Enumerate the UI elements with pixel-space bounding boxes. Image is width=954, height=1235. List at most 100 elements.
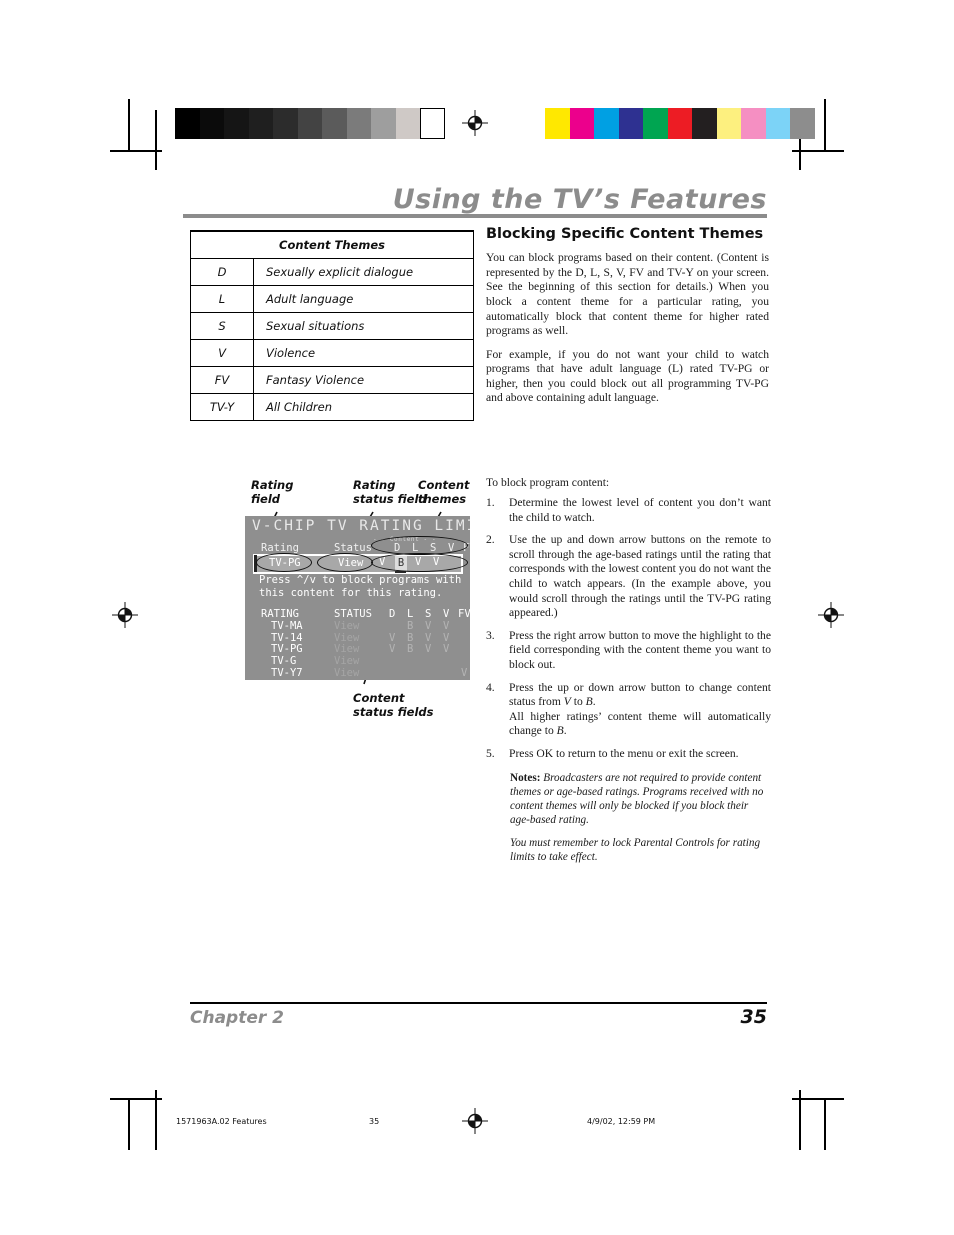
- step4-dot: .: [592, 695, 596, 709]
- osd-row-rating: TV-14: [271, 631, 303, 644]
- step4-value-v: V: [563, 695, 571, 709]
- osd-row-cell-l: B: [407, 643, 414, 656]
- osd-row-cell-v: V: [443, 619, 450, 632]
- theme-code: FV: [191, 366, 254, 394]
- osd-list-header: RATING STATUS D L S V FV: [261, 608, 470, 620]
- step-number: 3.: [486, 628, 495, 642]
- color-swatch-2: [594, 108, 619, 139]
- osd-row-status: View: [334, 631, 360, 644]
- gray-swatch-9: [395, 108, 420, 139]
- list-item: 5. Press OK to return to the menu or exi…: [486, 747, 771, 762]
- color-swatch-1: [569, 108, 594, 139]
- steps-lead: To block program content:: [486, 476, 610, 489]
- gray-swatch-0: [175, 108, 200, 139]
- theme-desc: Fantasy Violence: [253, 366, 473, 394]
- gray-swatch-8: [371, 108, 396, 139]
- color-calibration-bar: [545, 108, 815, 139]
- color-swatch-6: [692, 108, 717, 139]
- notes-block: Notes: Broadcasters are not required to …: [510, 771, 764, 865]
- step-number: 2.: [486, 533, 495, 547]
- table-row: D Sexually explicit dialogue: [191, 258, 473, 286]
- osd-list-header-v: V: [443, 608, 450, 620]
- header-divider: [183, 214, 767, 218]
- gray-swatch-2: [224, 108, 249, 139]
- step-text: Determine the lowest level of content yo…: [509, 496, 771, 524]
- blocking-section: Blocking Specific Content Themes You can…: [486, 226, 769, 415]
- osd-list-row[interactable]: TV-Y7 View V: [261, 667, 467, 679]
- callout-rating-field-line2: field: [251, 492, 281, 507]
- osd-row-status: View: [334, 666, 360, 679]
- step4-value-b: B: [585, 695, 593, 709]
- callout-rating-status-field: Rating status field: [353, 478, 427, 506]
- osd-row-cell-l: B: [407, 619, 414, 632]
- osd-row-rating: TV-G: [271, 655, 297, 668]
- theme-desc: All Children: [253, 393, 473, 420]
- osd-list-row[interactable]: TV-PG View V B V V: [261, 643, 467, 655]
- osd-list-header-rating: RATING: [261, 608, 299, 620]
- osd-row-rating: TV-MA: [271, 619, 303, 632]
- callout-content-status-fields: Content status fields: [353, 691, 434, 719]
- notes-paragraph-1: Notes: Broadcasters are not required to …: [510, 771, 764, 827]
- callout-rating-status-line1: Rating: [353, 478, 396, 492]
- step4-value-b2: B: [556, 724, 564, 738]
- osd-row-cell-s: V: [425, 619, 432, 632]
- theme-code: V: [191, 339, 254, 367]
- osd-row-cell-s: V: [425, 631, 432, 644]
- osd-list-header-status: STATUS: [334, 608, 372, 620]
- instruction-steps: To block program content: 1. Determine t…: [486, 476, 771, 873]
- list-item: 2. Use the up and down arrow buttons on …: [486, 533, 771, 621]
- page-title: Using the TV’s Features: [392, 184, 767, 215]
- osd-list-header-l: L: [407, 608, 414, 620]
- osd-row-status: View: [334, 655, 360, 668]
- footer-divider: [190, 1002, 767, 1004]
- page-number: 35: [740, 1006, 767, 1028]
- gray-swatch-4: [273, 108, 298, 139]
- crop-mark-bl-v2: [155, 1090, 157, 1150]
- step4-part-a: Press the up or down arrow button to cha…: [509, 680, 771, 709]
- list-item: 4. Press the up or down arrow button to …: [486, 681, 771, 739]
- osd-row-cell-fv: V: [461, 666, 468, 679]
- color-swatch-8: [741, 108, 766, 139]
- osd-row-rating: TV-Y7: [271, 666, 303, 679]
- color-swatch-3: [618, 108, 643, 139]
- theme-desc: Sexually explicit dialogue: [253, 258, 473, 286]
- crop-mark-tl-v2: [155, 110, 157, 170]
- osd-row-cell-v: V: [443, 643, 450, 656]
- list-item: 3. Press the right arrow button to move …: [486, 629, 771, 673]
- color-swatch-0: [545, 108, 570, 139]
- callout-rating-field: Rating field: [251, 478, 293, 506]
- theme-desc: Sexual situations: [253, 312, 473, 340]
- osd-list-row[interactable]: TV-MA View B V V: [261, 620, 467, 632]
- callout-rating-field-line1: Rating: [251, 478, 294, 492]
- color-swatch-10: [790, 108, 815, 139]
- theme-desc: Violence: [253, 339, 473, 367]
- registration-mark-top: [462, 110, 488, 136]
- osd-list-row[interactable]: TV-Y View: [261, 679, 467, 680]
- gray-swatch-5: [297, 108, 322, 139]
- theme-code: D: [191, 258, 254, 286]
- callout-content-themes-line2: themes: [418, 492, 467, 507]
- annotation-ellipse-content-status: [371, 553, 468, 572]
- theme-code: S: [191, 312, 254, 340]
- registration-mark-right: [818, 602, 844, 628]
- step4-dot2: .: [563, 724, 567, 738]
- step-text: Press the right arrow button to move the…: [509, 628, 771, 671]
- section-heading: Blocking Specific Content Themes: [486, 226, 764, 242]
- annotation-ellipse-rating-field: [256, 553, 312, 572]
- imprint-filename: 1571963A.02 Features: [176, 1117, 267, 1126]
- osd-row-cell-l: B: [407, 631, 414, 644]
- content-themes-table: Content Themes D Sexually explicit dialo…: [190, 230, 474, 421]
- table-row: TV-Y All Children: [191, 393, 473, 420]
- notes-label: Notes:: [510, 771, 541, 784]
- gray-swatch-3: [248, 108, 273, 139]
- osd-list-row[interactable]: TV-14 View V B V V: [261, 632, 467, 644]
- osd-instruction: Press ^/v to block programs with this co…: [259, 574, 469, 600]
- registration-mark-bottom: [462, 1108, 488, 1134]
- osd-list-row[interactable]: TV-G View: [261, 655, 467, 667]
- osd-list-header-fv: FV: [458, 608, 470, 620]
- imprint-page: 35: [369, 1117, 380, 1126]
- osd-list-header-s: S: [425, 608, 432, 620]
- osd-list-header-d: D: [389, 608, 396, 620]
- table-row: S Sexual situations: [191, 312, 473, 340]
- theme-code: TV-Y: [191, 393, 254, 420]
